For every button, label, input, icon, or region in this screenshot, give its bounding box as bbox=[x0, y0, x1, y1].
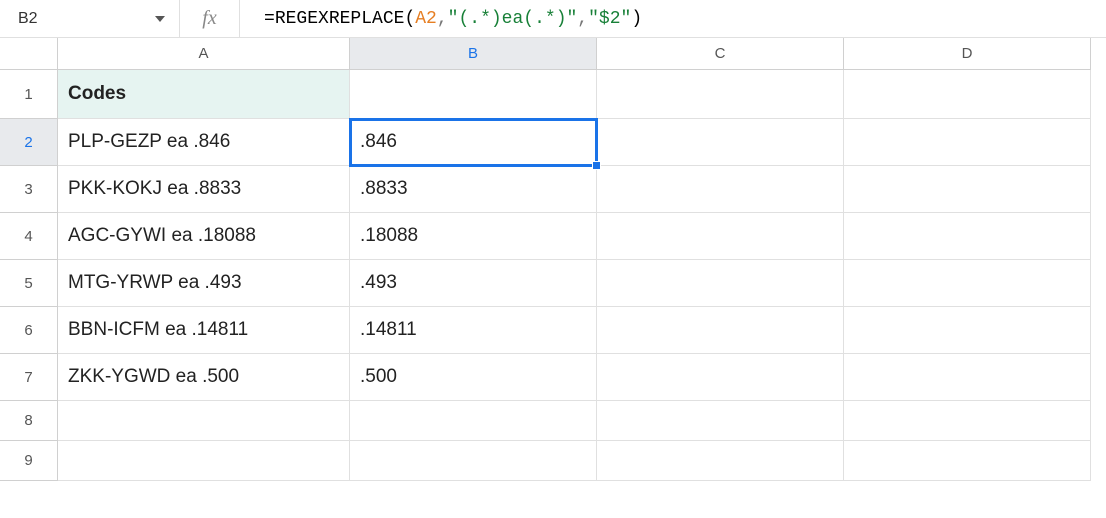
column-header-A[interactable]: A bbox=[58, 38, 350, 70]
cell-C1[interactable] bbox=[597, 70, 844, 119]
cell-D9[interactable] bbox=[844, 441, 1091, 481]
cell-C2[interactable] bbox=[597, 119, 844, 166]
formula-bar: B2 fx =REGEXREPLACE(A2,"(.*)ea(.*)","$2"… bbox=[0, 0, 1106, 38]
row-header-5[interactable]: 5 bbox=[0, 260, 58, 307]
cell-C5[interactable] bbox=[597, 260, 844, 307]
cell-C8[interactable] bbox=[597, 401, 844, 441]
cell-D6[interactable] bbox=[844, 307, 1091, 354]
cell-D8[interactable] bbox=[844, 401, 1091, 441]
row-header-8[interactable]: 8 bbox=[0, 401, 58, 441]
cell-C7[interactable] bbox=[597, 354, 844, 401]
column-header-C[interactable]: C bbox=[597, 38, 844, 70]
row-header-3[interactable]: 3 bbox=[0, 166, 58, 213]
cell-B1[interactable] bbox=[350, 70, 597, 119]
select-all-corner[interactable] bbox=[0, 38, 58, 70]
column-header-D[interactable]: D bbox=[844, 38, 1091, 70]
grid-row: 7 ZKK-YGWD ea .500 .500 bbox=[0, 354, 1106, 401]
row-header-4[interactable]: 4 bbox=[0, 213, 58, 260]
cell-D4[interactable] bbox=[844, 213, 1091, 260]
cell-B3[interactable]: .8833 bbox=[350, 166, 597, 213]
cell-A2[interactable]: PLP-GEZP ea .846 bbox=[58, 119, 350, 166]
cell-C3[interactable] bbox=[597, 166, 844, 213]
cell-A9[interactable] bbox=[58, 441, 350, 481]
grid-row: 3 PKK-KOKJ ea .8833 .8833 bbox=[0, 166, 1106, 213]
cell-D1[interactable] bbox=[844, 70, 1091, 119]
grid-row: 5 MTG-YRWP ea .493 .493 bbox=[0, 260, 1106, 307]
cell-C9[interactable] bbox=[597, 441, 844, 481]
column-header-B[interactable]: B bbox=[350, 38, 597, 70]
cell-B9[interactable] bbox=[350, 441, 597, 481]
cell-A7[interactable]: ZKK-YGWD ea .500 bbox=[58, 354, 350, 401]
cell-B6[interactable]: .14811 bbox=[350, 307, 597, 354]
cell-B5[interactable]: .493 bbox=[350, 260, 597, 307]
cell-D5[interactable] bbox=[844, 260, 1091, 307]
grid-row: 8 bbox=[0, 401, 1106, 441]
grid-row: 4 AGC-GYWI ea .18088 .18088 bbox=[0, 213, 1106, 260]
cell-B7[interactable]: .500 bbox=[350, 354, 597, 401]
cell-B2[interactable]: .846 bbox=[350, 119, 597, 166]
cell-A4[interactable]: AGC-GYWI ea .18088 bbox=[58, 213, 350, 260]
fill-handle[interactable] bbox=[592, 161, 601, 170]
cell-D3[interactable] bbox=[844, 166, 1091, 213]
cell-A1[interactable]: Codes bbox=[58, 70, 350, 119]
spreadsheet-grid: A B C D 1 Codes 2 PLP-GEZP ea .846 .846 … bbox=[0, 38, 1106, 481]
row-header-9[interactable]: 9 bbox=[0, 441, 58, 481]
cell-B8[interactable] bbox=[350, 401, 597, 441]
grid-row: 6 BBN-ICFM ea .14811 .14811 bbox=[0, 307, 1106, 354]
cell-D2[interactable] bbox=[844, 119, 1091, 166]
cell-A3[interactable]: PKK-KOKJ ea .8833 bbox=[58, 166, 350, 213]
cell-B4[interactable]: .18088 bbox=[350, 213, 597, 260]
cell-D7[interactable] bbox=[844, 354, 1091, 401]
cell-A6[interactable]: BBN-ICFM ea .14811 bbox=[58, 307, 350, 354]
grid-row: 1 Codes bbox=[0, 70, 1106, 119]
grid-row: 2 PLP-GEZP ea .846 .846 bbox=[0, 119, 1106, 166]
row-header-7[interactable]: 7 bbox=[0, 354, 58, 401]
fx-icon[interactable]: fx bbox=[180, 0, 240, 37]
row-header-2[interactable]: 2 bbox=[0, 119, 58, 166]
formula-input[interactable]: =REGEXREPLACE(A2,"(.*)ea(.*)","$2") bbox=[240, 0, 1106, 37]
column-headers-row: A B C D bbox=[0, 38, 1106, 70]
row-header-6[interactable]: 6 bbox=[0, 307, 58, 354]
cell-A8[interactable] bbox=[58, 401, 350, 441]
row-header-1[interactable]: 1 bbox=[0, 70, 58, 119]
cell-C4[interactable] bbox=[597, 213, 844, 260]
grid-row: 9 bbox=[0, 441, 1106, 481]
cell-reference-box[interactable]: B2 bbox=[0, 0, 180, 37]
cell-reference-text: B2 bbox=[18, 10, 38, 28]
chevron-down-icon[interactable] bbox=[155, 16, 165, 22]
cell-C6[interactable] bbox=[597, 307, 844, 354]
cell-A5[interactable]: MTG-YRWP ea .493 bbox=[58, 260, 350, 307]
